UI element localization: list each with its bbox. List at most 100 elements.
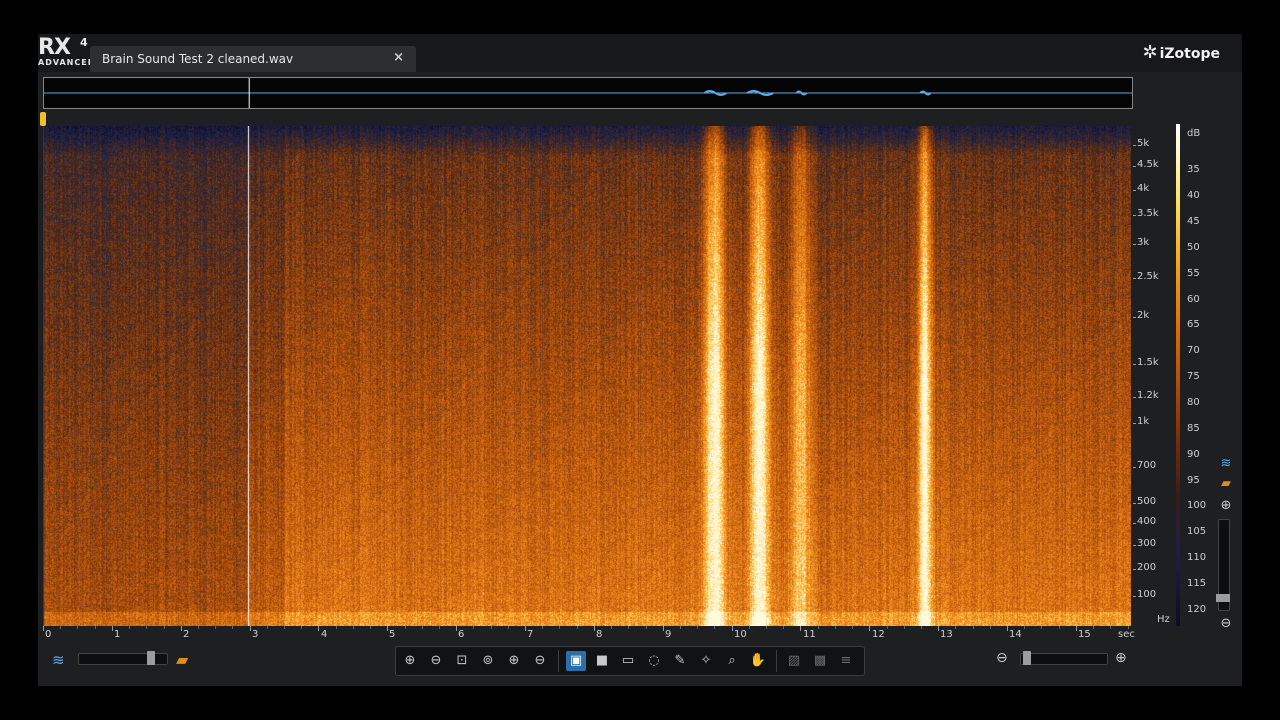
vertical-zoom-slider[interactable] — [1216, 519, 1230, 611]
time-minor-tick — [353, 626, 354, 629]
time-tick — [181, 626, 182, 631]
harmonics-icon[interactable]: ≡ — [836, 651, 856, 671]
time-label: 14 — [1009, 629, 1022, 640]
brand-label: iZotope — [1159, 46, 1220, 62]
time-minor-tick — [164, 626, 165, 629]
waveform-overview[interactable] — [43, 77, 1133, 109]
frequency-tick — [1133, 467, 1136, 468]
time-tick — [456, 626, 457, 631]
time-minor-tick — [77, 626, 78, 629]
blend-slider-thumb[interactable] — [147, 651, 155, 665]
time-tick — [387, 626, 388, 631]
db-label: 90 — [1187, 449, 1200, 460]
frequency-tick — [1133, 523, 1136, 524]
time-minor-tick — [60, 626, 61, 629]
time-minor-tick — [990, 626, 991, 629]
db-label: 100 — [1187, 500, 1207, 511]
time-minor-tick — [818, 626, 819, 629]
add-selection-icon[interactable]: ▨ — [784, 651, 804, 671]
zoom-in-icon[interactable]: ⊕ — [400, 651, 420, 671]
spectrogram-view-icon[interactable]: ▰ — [1218, 476, 1234, 492]
lasso-icon[interactable]: ◌ — [644, 651, 664, 671]
zoom-tool-icon[interactable]: ⌕ — [722, 651, 742, 671]
frequency-tick — [1133, 364, 1136, 365]
db-label: 120 — [1187, 604, 1207, 615]
db-unit: dB — [1187, 128, 1201, 139]
horizontal-zoom-slider[interactable] — [1020, 651, 1108, 665]
subtract-selection-icon[interactable]: ▩ — [810, 651, 830, 671]
waveform-spectrogram-blend-slider[interactable] — [78, 651, 168, 665]
time-minor-tick — [422, 626, 423, 629]
time-minor-tick — [714, 626, 715, 629]
vertical-zoom-thumb[interactable] — [1216, 594, 1230, 602]
file-tab[interactable]: Brain Sound Test 2 cleaned.wav × — [90, 46, 416, 72]
time-minor-tick — [198, 626, 199, 629]
time-minor-tick — [611, 626, 612, 629]
time-minor-tick — [887, 626, 888, 629]
spectrogram-toggle-icon[interactable]: ▰ — [176, 650, 188, 669]
time-minor-tick — [405, 626, 406, 629]
zoom-selection-icon[interactable]: ⊡ — [452, 651, 472, 671]
zoom-time-out-icon[interactable]: ⊖ — [530, 651, 550, 671]
frequency-label: 3.5k — [1137, 208, 1159, 219]
time-minor-tick — [146, 626, 147, 629]
izotope-logo-icon: ✲ — [1142, 42, 1158, 63]
frequency-label: 1k — [1137, 416, 1150, 427]
time-label: 11 — [803, 629, 816, 640]
toolbar-separator — [776, 650, 777, 672]
logo-text: RX — [38, 35, 71, 60]
time-minor-tick — [267, 626, 268, 629]
frequency-tick — [1133, 166, 1136, 167]
frequency-tick — [1133, 145, 1136, 146]
db-label: 110 — [1187, 552, 1207, 563]
time-minor-tick — [95, 626, 96, 629]
frequency-tick — [1133, 278, 1136, 279]
hand-icon[interactable]: ✋ — [748, 651, 768, 671]
vertical-zoom-out-icon[interactable]: ⊖ — [1218, 616, 1234, 632]
frequency-label: 700 — [1137, 460, 1157, 471]
db-label: 95 — [1187, 475, 1200, 486]
frequency-tick — [1133, 215, 1136, 216]
time-tick — [732, 626, 733, 631]
waveform-view-icon[interactable]: ≋ — [1218, 456, 1234, 472]
title-bar: RX 4 ADVANCED Brain Sound Test 2 cleaned… — [38, 34, 1242, 72]
close-tab-icon[interactable]: × — [393, 50, 404, 65]
horizontal-zoom-in-icon[interactable]: ⊕ — [1115, 650, 1127, 666]
time-minor-tick — [129, 626, 130, 629]
frequency-tick — [1133, 190, 1136, 191]
time-tick — [800, 626, 801, 631]
time-label: 12 — [872, 629, 885, 640]
time-minor-tick — [232, 626, 233, 629]
frequency-label: 4.5k — [1137, 159, 1159, 170]
horizontal-zoom-thumb[interactable] — [1023, 651, 1031, 665]
toolbar-separator — [558, 650, 559, 672]
frequency-selection-icon[interactable]: ■ — [592, 651, 612, 671]
logo-edition: ADVANCED — [38, 58, 96, 67]
time-minor-tick — [508, 626, 509, 629]
time-label: 13 — [940, 629, 953, 640]
time-minor-tick — [955, 626, 956, 629]
db-label: 115 — [1187, 578, 1207, 589]
db-color-scale — [1176, 124, 1180, 626]
horizontal-zoom-out-icon[interactable]: ⊖ — [996, 650, 1008, 666]
frequency-label: 1.5k — [1137, 357, 1159, 368]
waveform-toggle-icon[interactable]: ≋ — [52, 651, 65, 669]
time-minor-tick — [473, 626, 474, 629]
time-selection-icon[interactable]: ▣ — [566, 651, 586, 671]
spectrogram-display[interactable] — [43, 126, 1131, 626]
magic-wand-icon[interactable]: ✧ — [696, 651, 716, 671]
frequency-label: 500 — [1137, 496, 1157, 507]
spectrogram-canvas — [43, 126, 1131, 626]
time-frequency-selection-icon[interactable]: ▭ — [618, 651, 638, 671]
time-minor-tick — [370, 626, 371, 629]
db-label: 75 — [1187, 371, 1200, 382]
brush-icon[interactable]: ✎ — [670, 651, 690, 671]
zoom-full-icon[interactable]: ⊚ — [478, 651, 498, 671]
time-label: 6 — [458, 629, 465, 640]
playhead-handle[interactable] — [40, 112, 46, 126]
time-minor-tick — [1093, 626, 1094, 629]
zoom-out-icon[interactable]: ⊖ — [426, 651, 446, 671]
zoom-time-in-icon[interactable]: ⊕ — [504, 651, 524, 671]
frequency-label: 4k — [1137, 183, 1150, 194]
vertical-zoom-in-icon[interactable]: ⊕ — [1218, 498, 1234, 514]
